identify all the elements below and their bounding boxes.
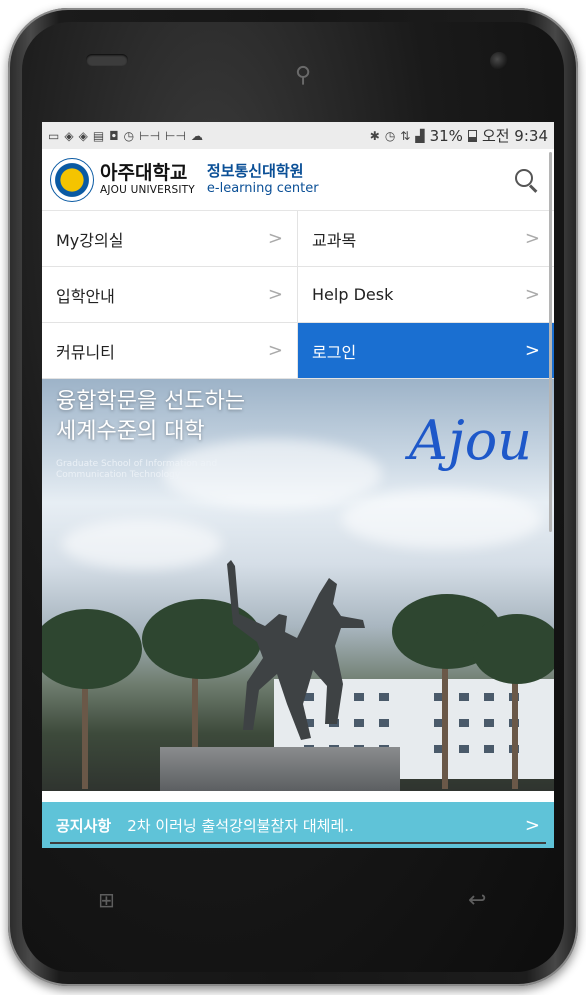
- cell-signal-icon: ▟: [415, 128, 425, 143]
- back-key-icon[interactable]: ↩: [468, 888, 498, 913]
- clock: 오전 9:34: [481, 127, 548, 145]
- battery-icon: [467, 129, 477, 142]
- brand-name-ko: 아주대학교: [100, 161, 188, 184]
- chevron-right-icon: >: [524, 228, 540, 249]
- chevron-right-icon: >: [267, 228, 283, 249]
- site-header: 아주대학교 AJOU UNIVERSITY 정보통신대학원 e-learning…: [42, 149, 554, 211]
- status-left-icons: ▭ ◈ ◈ ▤ ◘ ◷ ⊢⊣ ⊢⊣ ☁: [48, 129, 203, 143]
- statue-pedestal: [160, 747, 400, 791]
- brand-subtitle: 정보통신대학원 e-learning center: [206, 162, 319, 196]
- main-menu: My강의실 > 교과목 > 입학안내 > Help Desk > 커뮤니티 > …: [42, 211, 554, 379]
- alarm-icon: ◷: [384, 128, 396, 143]
- chevron-right-icon: >: [524, 284, 540, 305]
- menu-item-label: My강의실: [56, 230, 124, 250]
- notice-bar[interactable]: 공지사항 2차 이러닝 출석강의불참자 대체레.. >: [42, 802, 554, 848]
- pine-tree: [472, 614, 554, 684]
- weather-icon: ☁: [190, 128, 203, 143]
- menu-key-icon[interactable]: ⊞: [98, 888, 126, 912]
- subtitle-en: e-learning center: [206, 181, 319, 196]
- menu-item-courses[interactable]: 교과목 >: [298, 211, 554, 267]
- delivery-icon: ◈: [64, 128, 74, 143]
- menu-item-label: 교과목: [312, 230, 357, 250]
- notice-text[interactable]: 2차 이러닝 출석강의불참자 대체레..: [127, 815, 515, 836]
- signal-icon: ⊢⊣: [139, 128, 161, 143]
- menu-item-label: Help Desk: [312, 285, 394, 304]
- status-bar: ▭ ◈ ◈ ▤ ◘ ◷ ⊢⊣ ⊢⊣ ☁ ✱ ◷ ⇅ ▟ 31% 오전 9:34: [42, 122, 554, 149]
- menu-item-login[interactable]: 로그인 >: [298, 323, 554, 379]
- statue-icon: [227, 560, 365, 740]
- signal-icon: ⊢⊣: [165, 128, 186, 143]
- chevron-right-icon: >: [267, 340, 283, 361]
- notice-label: 공지사항: [56, 816, 112, 835]
- menu-item-label: 커뮤니티: [56, 342, 115, 362]
- menu-item-label: 입학안내: [56, 286, 115, 306]
- cloud: [62, 519, 222, 569]
- hero-subtitle: Graduate School of Information and Commu…: [56, 459, 218, 480]
- menu-item-label: 로그인: [312, 342, 357, 362]
- chevron-right-icon[interactable]: >: [525, 815, 540, 836]
- battery-percent: 31%: [429, 126, 463, 145]
- delivery-icon: ◈: [78, 128, 88, 143]
- menu-item-admissions[interactable]: 입학안내 >: [42, 267, 298, 323]
- phone-logo-icon: ⚲: [294, 63, 312, 88]
- alarm-icon: ◷: [123, 128, 135, 143]
- university-emblem-icon: [50, 157, 94, 202]
- scrollbar[interactable]: [549, 152, 552, 532]
- search-icon[interactable]: [512, 166, 540, 194]
- hero-title: 융합학문을 선도하는 세계수준의 대학: [56, 389, 246, 444]
- menu-item-community[interactable]: 커뮤니티 >: [42, 323, 298, 379]
- message-icon: ▭: [48, 128, 60, 143]
- site-logo[interactable]: 아주대학교 AJOU UNIVERSITY 정보통신대학원 e-learning…: [50, 157, 319, 202]
- front-camera: [490, 52, 508, 70]
- brand-text: 아주대학교 AJOU UNIVERSITY: [100, 161, 195, 196]
- cloud: [342, 489, 542, 549]
- status-right-icons: ✱ ◷ ⇅ ▟ 31% 오전 9:34: [370, 125, 548, 146]
- divider: [50, 842, 546, 844]
- pine-tree: [42, 609, 142, 689]
- shield-icon: ◘: [109, 128, 119, 143]
- chevron-right-icon: >: [267, 284, 283, 305]
- keyboard-icon: ▤: [92, 128, 105, 143]
- chevron-right-icon: >: [524, 340, 540, 361]
- lte-icon: ⇅: [400, 128, 411, 143]
- menu-item-my-classroom[interactable]: My강의실 >: [42, 211, 298, 267]
- menu-item-help-desk[interactable]: Help Desk >: [298, 267, 554, 323]
- subtitle-ko: 정보통신대학원: [206, 162, 304, 180]
- ajou-signature: Ajou: [408, 409, 532, 472]
- brand-name-en: AJOU UNIVERSITY: [100, 183, 195, 196]
- bluetooth-icon: ✱: [369, 128, 380, 143]
- earpiece: [86, 54, 128, 66]
- hero-banner: 융합학문을 선도하는 세계수준의 대학 Graduate School of I…: [42, 379, 554, 791]
- phone-screen: ▭ ◈ ◈ ▤ ◘ ◷ ⊢⊣ ⊢⊣ ☁ ✱ ◷ ⇅ ▟ 31% 오전 9:34 …: [42, 122, 554, 848]
